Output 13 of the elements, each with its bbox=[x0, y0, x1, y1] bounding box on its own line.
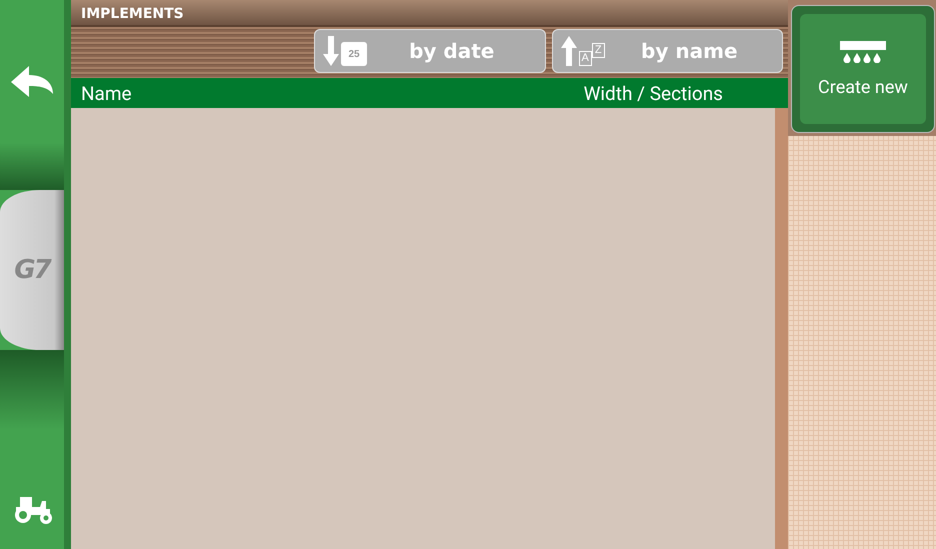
column-header: Width / Sections bbox=[584, 82, 723, 104]
scroll-bar[interactable] bbox=[775, 108, 788, 549]
down-arrow-icon bbox=[323, 36, 339, 66]
up-arrow-icon bbox=[560, 36, 576, 66]
back-arrow-icon[interactable] bbox=[9, 64, 55, 100]
sort-button[interactable]: 25 by date bbox=[314, 29, 546, 73]
screen-title: IMPLEMENTS bbox=[71, 0, 788, 27]
sprayer-boom-icon bbox=[840, 40, 886, 62]
calendar-icon: 25 bbox=[341, 42, 367, 66]
create-new-button[interactable]: Create new bbox=[791, 5, 935, 133]
column-header: Name bbox=[81, 82, 133, 104]
brand-logo: G7 bbox=[14, 255, 50, 285]
sort-button[interactable]: AZ by name bbox=[552, 29, 783, 73]
